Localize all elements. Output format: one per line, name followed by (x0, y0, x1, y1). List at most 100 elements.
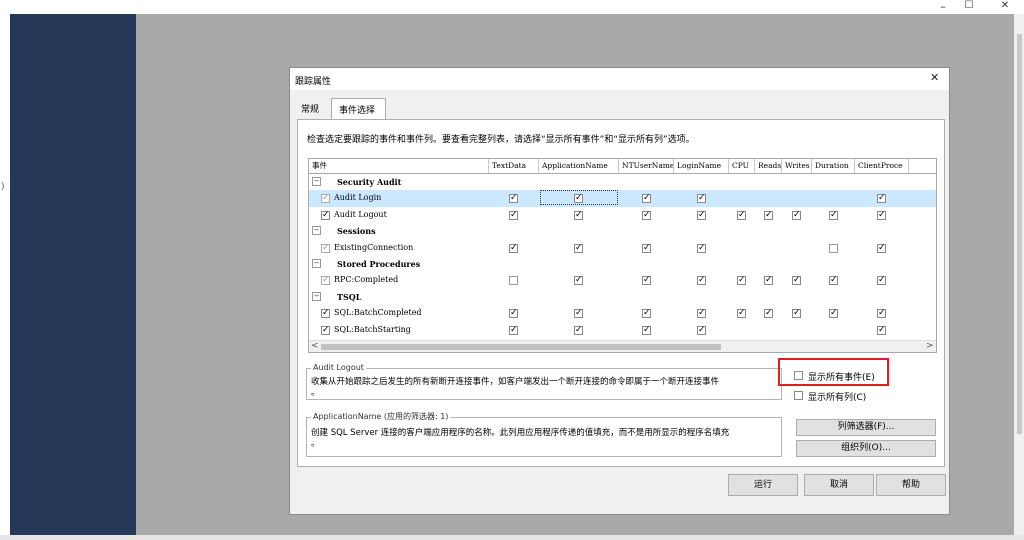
dialog-close-button[interactable]: ✕ (930, 71, 939, 84)
column-checkbox[interactable]: ✓ (697, 309, 706, 319)
column-checkbox[interactable]: ✓ (737, 309, 746, 319)
column-checkbox[interactable]: ✓ (829, 210, 838, 220)
column-checkbox[interactable]: ✓ (642, 210, 651, 220)
event-row[interactable]: ✓ Audit Logout ✓ ✓ ✓ ✓ ✓ ✓ ✓ ✓ ✓ (309, 207, 936, 223)
group-collapse-toggle[interactable]: − (312, 177, 321, 186)
column-checkbox[interactable]: ✓ (877, 325, 886, 335)
show-all-columns-checkbox[interactable] (794, 391, 803, 400)
column-checkbox[interactable]: ✓ (509, 210, 518, 220)
column-checkbox[interactable]: ✓ (877, 276, 886, 286)
column-checkbox[interactable]: ✓ (697, 276, 706, 286)
column-checkbox[interactable]: ✓ (574, 276, 583, 286)
grid-group-row: − Stored Procedures (309, 256, 936, 272)
column-checkbox[interactable]: ✓ (764, 309, 773, 319)
column-checkbox[interactable]: ✓ (574, 243, 583, 253)
show-all-events-checkbox[interactable] (794, 371, 803, 380)
column-checkbox[interactable]: ✓ (574, 210, 583, 220)
column-checkbox[interactable]: ✓ (829, 309, 838, 319)
right-scrollbar-thumb[interactable] (1017, 34, 1022, 434)
column-checkbox[interactable]: ✓ (792, 309, 801, 319)
event-row[interactable]: ✓ SQL:BatchStarting ✓ ✓ ✓ ✓ ✓ (309, 322, 936, 338)
event-description-text: 收集从开始跟踪之后发生的所有新断开连接事件，如客户端发出一个断开连接的命令即属于… (311, 377, 720, 387)
help-button[interactable]: 帮助 (876, 474, 946, 496)
event-name: ExistingConnection (334, 242, 414, 252)
column-checkbox[interactable]: ✓ (877, 309, 886, 319)
column-checkbox[interactable]: ✓ (574, 325, 583, 335)
event-checkbox[interactable]: ✓ (321, 325, 330, 335)
group-collapse-toggle[interactable]: − (312, 226, 321, 236)
grid-column-header[interactable]: ApplicationName (539, 159, 619, 173)
grid-column-header[interactable]: LoginName (674, 159, 729, 173)
column-checkbox[interactable]: ✓ (697, 210, 706, 220)
group-collapse-toggle[interactable]: − (312, 259, 321, 268)
show-all-columns-label[interactable]: 显示所有列(C) (808, 390, 866, 403)
scroll-right-arrow[interactable]: > (926, 341, 934, 351)
column-checkbox[interactable]: ✓ (792, 276, 801, 286)
grid-column-header[interactable]: Duration (812, 159, 855, 173)
column-checkbox[interactable]: ✓ (642, 194, 651, 204)
grid-hscrollbar-thumb[interactable] (321, 344, 721, 350)
column-checkbox[interactable] (829, 243, 838, 253)
grid-column-header[interactable]: NTUserName (619, 159, 674, 173)
event-checkbox[interactable]: ✓ (321, 276, 330, 286)
column-checkbox[interactable]: ✓ (877, 210, 886, 220)
column-checkbox[interactable]: ✓ (877, 243, 886, 253)
grid-group-row: − Sessions (309, 223, 936, 239)
event-name: RPC:Completed (334, 275, 399, 285)
column-checkbox[interactable]: ✓ (737, 276, 746, 286)
window-close-button[interactable]: ✕ (995, 0, 1015, 14)
event-row[interactable]: ✓ RPC:Completed ✓ ✓ ✓ ✓ ✓ ✓ ✓ ✓ (309, 272, 936, 288)
column-checkbox[interactable]: ✓ (509, 194, 518, 204)
column-filter-button[interactable]: 列筛选器(F)... (796, 419, 936, 436)
focused-cell (540, 190, 618, 205)
column-checkbox[interactable]: ✓ (697, 243, 706, 253)
column-checkbox[interactable]: ✓ (642, 276, 651, 286)
column-checkbox[interactable]: ✓ (642, 325, 651, 335)
scroll-left-arrow[interactable]: < (311, 341, 319, 351)
event-description-label: Audit Logout (311, 363, 366, 373)
grid-column-header[interactable]: Reads (755, 159, 782, 173)
column-checkbox[interactable]: ✓ (509, 309, 518, 319)
group-name: TSQL (337, 291, 362, 302)
column-checkbox[interactable]: ✓ (697, 194, 706, 204)
grid-column-header[interactable]: TextData (489, 159, 539, 173)
column-checkbox[interactable]: ✓ (829, 276, 838, 286)
group-name: Stored Procedures (337, 259, 421, 269)
event-checkbox[interactable]: ✓ (321, 243, 330, 253)
grid-column-header[interactable]: Writes (782, 159, 812, 173)
grid-header: 事件 TextData ApplicationName NTUserName Logi… (309, 159, 936, 174)
bottom-scrollbar[interactable] (0, 535, 1024, 540)
event-checkbox[interactable]: ✓ (321, 194, 330, 204)
event-checkbox[interactable]: ✓ (321, 210, 330, 220)
column-checkbox[interactable]: ✓ (764, 210, 773, 220)
event-checkbox[interactable]: ✓ (321, 309, 330, 319)
event-row[interactable]: ✓ Audit Login ✓ ✓ ✓ ✓ ✓ (309, 190, 936, 207)
window-minimize-button[interactable]: – (933, 0, 953, 14)
window-maximize-button[interactable]: ☐ (959, 0, 979, 14)
event-row[interactable]: ✓ SQL:BatchCompleted ✓ ✓ ✓ ✓ ✓ ✓ ✓ ✓ ✓ (309, 305, 936, 321)
column-checkbox[interactable]: ✓ (642, 309, 651, 319)
grid-column-header[interactable]: ClientProce (855, 159, 909, 173)
grid-column-header[interactable]: CPU (729, 159, 755, 173)
column-checkbox[interactable]: ✓ (877, 194, 886, 204)
column-checkbox[interactable]: ✓ (792, 210, 801, 220)
left-edge-text: ) (1, 182, 5, 192)
column-checkbox[interactable]: ✓ (574, 309, 583, 319)
column-checkbox[interactable]: ✓ (764, 276, 773, 286)
grid-hscrollbar[interactable]: < > (309, 340, 936, 352)
column-checkbox[interactable]: ✓ (642, 243, 651, 253)
organize-columns-button[interactable]: 组织列(O)... (796, 440, 936, 457)
right-scrollbar[interactable] (1014, 14, 1024, 536)
run-button[interactable]: 运行 (728, 474, 798, 496)
column-checkbox[interactable]: ✓ (737, 210, 746, 220)
column-checkbox[interactable]: ✓ (509, 325, 518, 335)
group-collapse-toggle[interactable]: − (312, 291, 321, 301)
show-all-events-label[interactable]: 显示所有事件(E) (808, 370, 875, 383)
column-checkbox[interactable]: ✓ (509, 243, 518, 253)
tab-general[interactable]: 常规 (301, 102, 319, 115)
column-checkbox[interactable] (509, 276, 518, 286)
column-checkbox[interactable]: ✓ (697, 325, 706, 335)
tab-event-selection[interactable]: 事件选择 (331, 98, 386, 120)
cancel-button[interactable]: 取消 (804, 474, 874, 496)
event-row[interactable]: ✓ ExistingConnection ✓ ✓ ✓ ✓ ✓ (309, 240, 936, 256)
